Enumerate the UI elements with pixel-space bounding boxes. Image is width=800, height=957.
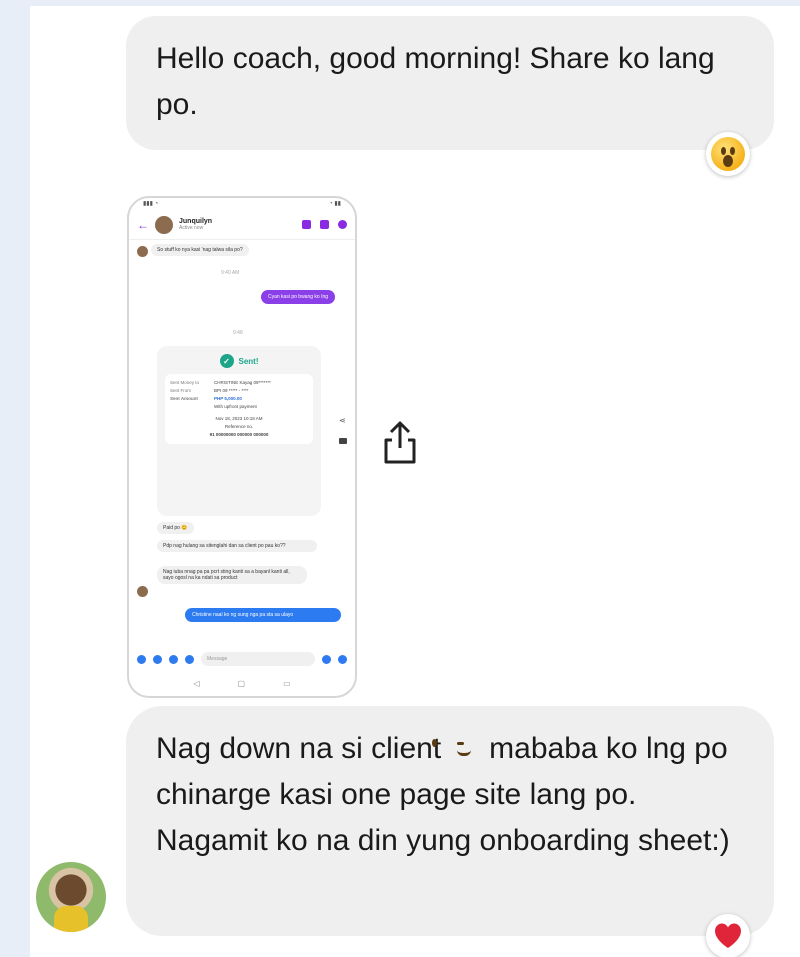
phone-message: Nag iuba nnag pa pa pcrt sting kanti sa … xyxy=(157,566,307,584)
camera-icon xyxy=(153,654,162,664)
back-arrow-icon: ← xyxy=(137,217,149,232)
phone-message: Paid po 😊 xyxy=(157,522,194,534)
avatar xyxy=(137,586,148,597)
nav-back-icon: ◁ xyxy=(193,678,200,688)
receipt-date: Nov 18, 2023 10:18 AM xyxy=(215,416,263,421)
sender-avatar[interactable] xyxy=(36,862,106,932)
message-bubble[interactable]: Hello coach, good morning! Share ko lang… xyxy=(126,16,774,150)
image-attachment[interactable]: ▮▮▮ ◔ ◔ ▮▮ ← Junquilyn Active now So stuf… xyxy=(127,196,357,698)
message-bubble[interactable]: Nag down na si client mababa ko lng po ch… xyxy=(126,706,774,936)
phone-nav-bar: ◁ ▢ ▭ xyxy=(129,674,355,692)
winking-face-icon xyxy=(432,729,483,765)
save-small-icon xyxy=(339,438,347,444)
video-call-icon xyxy=(320,220,329,229)
chat-panel: Hello coach, good morning! Share ko lang… xyxy=(30,6,800,957)
gallery-icon xyxy=(169,654,178,664)
phone-message: Pdp nag hulang sa sitenglahi dan sa clie… xyxy=(157,540,317,552)
receipt-label: Sent Money to xyxy=(170,380,200,385)
reaction-heart-icon[interactable] xyxy=(706,914,750,957)
nav-home-icon: ▢ xyxy=(237,678,246,688)
phone-call-icon xyxy=(302,220,311,229)
phone-status-bar: ▮▮▮ ◔ ◔ ▮▮ xyxy=(143,201,341,207)
receipt-value: CHRISTINE Kayag 09******* xyxy=(214,380,271,385)
phone-message-input: Message xyxy=(201,652,315,666)
phone-message-sent: Cyan kasi po bwang ko Ing xyxy=(261,290,336,304)
share-icon[interactable] xyxy=(382,420,418,466)
phone-composer: Message xyxy=(129,648,355,670)
receipt-label xyxy=(170,403,208,411)
receipt-status: Sent! xyxy=(238,356,259,366)
phone-timestamp: 9:48 xyxy=(233,330,243,336)
receipt-value: BPI 09 ***** - **** xyxy=(214,388,249,393)
mic-icon xyxy=(185,654,194,664)
share-small-icon: ⋖ xyxy=(339,416,346,425)
message-text: Nag down na si client xyxy=(156,732,442,765)
receipt-label: Sent Amount xyxy=(170,396,198,401)
receipt-ref-no: 91 00000000 000000 000000 xyxy=(209,432,269,437)
receipt-ref-label: Reference no. xyxy=(224,424,254,429)
receipt-value: With upfront payment xyxy=(214,404,257,409)
emoji-icon xyxy=(322,654,331,664)
check-icon: ✓ xyxy=(219,354,234,368)
nav-recents-icon: ▭ xyxy=(283,678,291,688)
phone-message-sent: Christine naal ko ng sung nga pa sta sa … xyxy=(185,608,341,622)
payment-receipt-card: ✓ Sent! Sent Money to CHRISTINE Kayag 09*… xyxy=(157,346,321,516)
like-icon xyxy=(338,654,347,664)
phone-timestamp: 9:40 AM xyxy=(221,270,240,276)
receipt-value: PHP 5,000.00 xyxy=(214,396,242,401)
plus-icon xyxy=(137,654,146,664)
info-icon xyxy=(338,220,347,229)
contact-name: Junquilyn xyxy=(179,218,213,225)
avatar xyxy=(155,215,173,234)
receipt-label: Sent From xyxy=(170,388,192,393)
contact-status: Active now xyxy=(179,225,204,231)
phone-message: So stuff ko nya kasi 'nag talwa sila po? xyxy=(151,244,249,256)
message-text: Hello coach, good morning! Share ko lang… xyxy=(156,42,715,121)
avatar xyxy=(137,246,148,257)
reaction-astonished-icon[interactable] xyxy=(706,132,750,176)
phone-chat-header: ← Junquilyn Active now xyxy=(129,210,355,240)
